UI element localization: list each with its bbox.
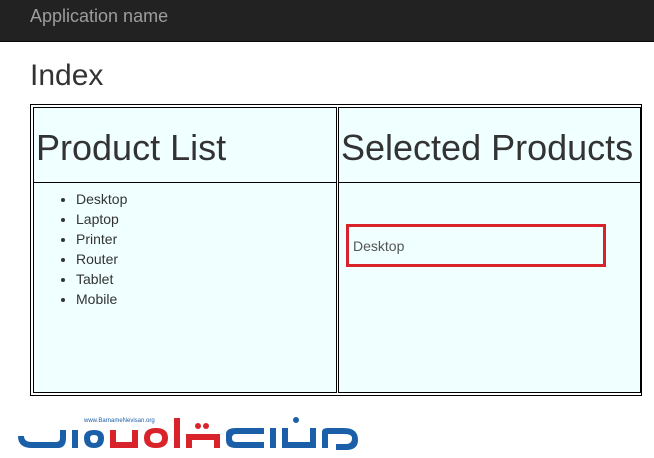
selected-products-drop-zone[interactable]: Desktop — [346, 224, 606, 267]
product-item[interactable]: Desktop — [76, 189, 127, 209]
product-list: Desktop Laptop Printer Router Tablet Mob… — [44, 189, 127, 309]
app-brand-link[interactable]: Application name — [30, 6, 168, 26]
product-list-cell: Desktop Laptop Printer Router Tablet Mob… — [33, 182, 337, 393]
selected-products-cell: Desktop — [338, 182, 641, 393]
site-logo: www.BarnameNevisan.org — [18, 417, 358, 450]
page-title: Index — [30, 59, 104, 92]
product-item[interactable]: Router — [76, 249, 127, 269]
product-list-header-cell: Product List — [33, 107, 337, 183]
product-item[interactable]: Laptop — [76, 209, 127, 229]
product-item[interactable]: Printer — [76, 229, 127, 249]
navbar: Application name — [0, 0, 654, 42]
product-list-title: Product List — [36, 127, 227, 168]
product-item[interactable]: Tablet — [76, 269, 127, 289]
selected-product-item[interactable]: Desktop — [353, 237, 404, 255]
logo-url: www.BarnameNevisan.org — [83, 418, 155, 424]
products-table: Product List Selected Products Desktop L… — [30, 104, 642, 396]
product-item[interactable]: Mobile — [76, 289, 127, 309]
selected-products-header-cell: Selected Products — [338, 107, 641, 183]
selected-products-title: Selected Products — [341, 127, 634, 168]
